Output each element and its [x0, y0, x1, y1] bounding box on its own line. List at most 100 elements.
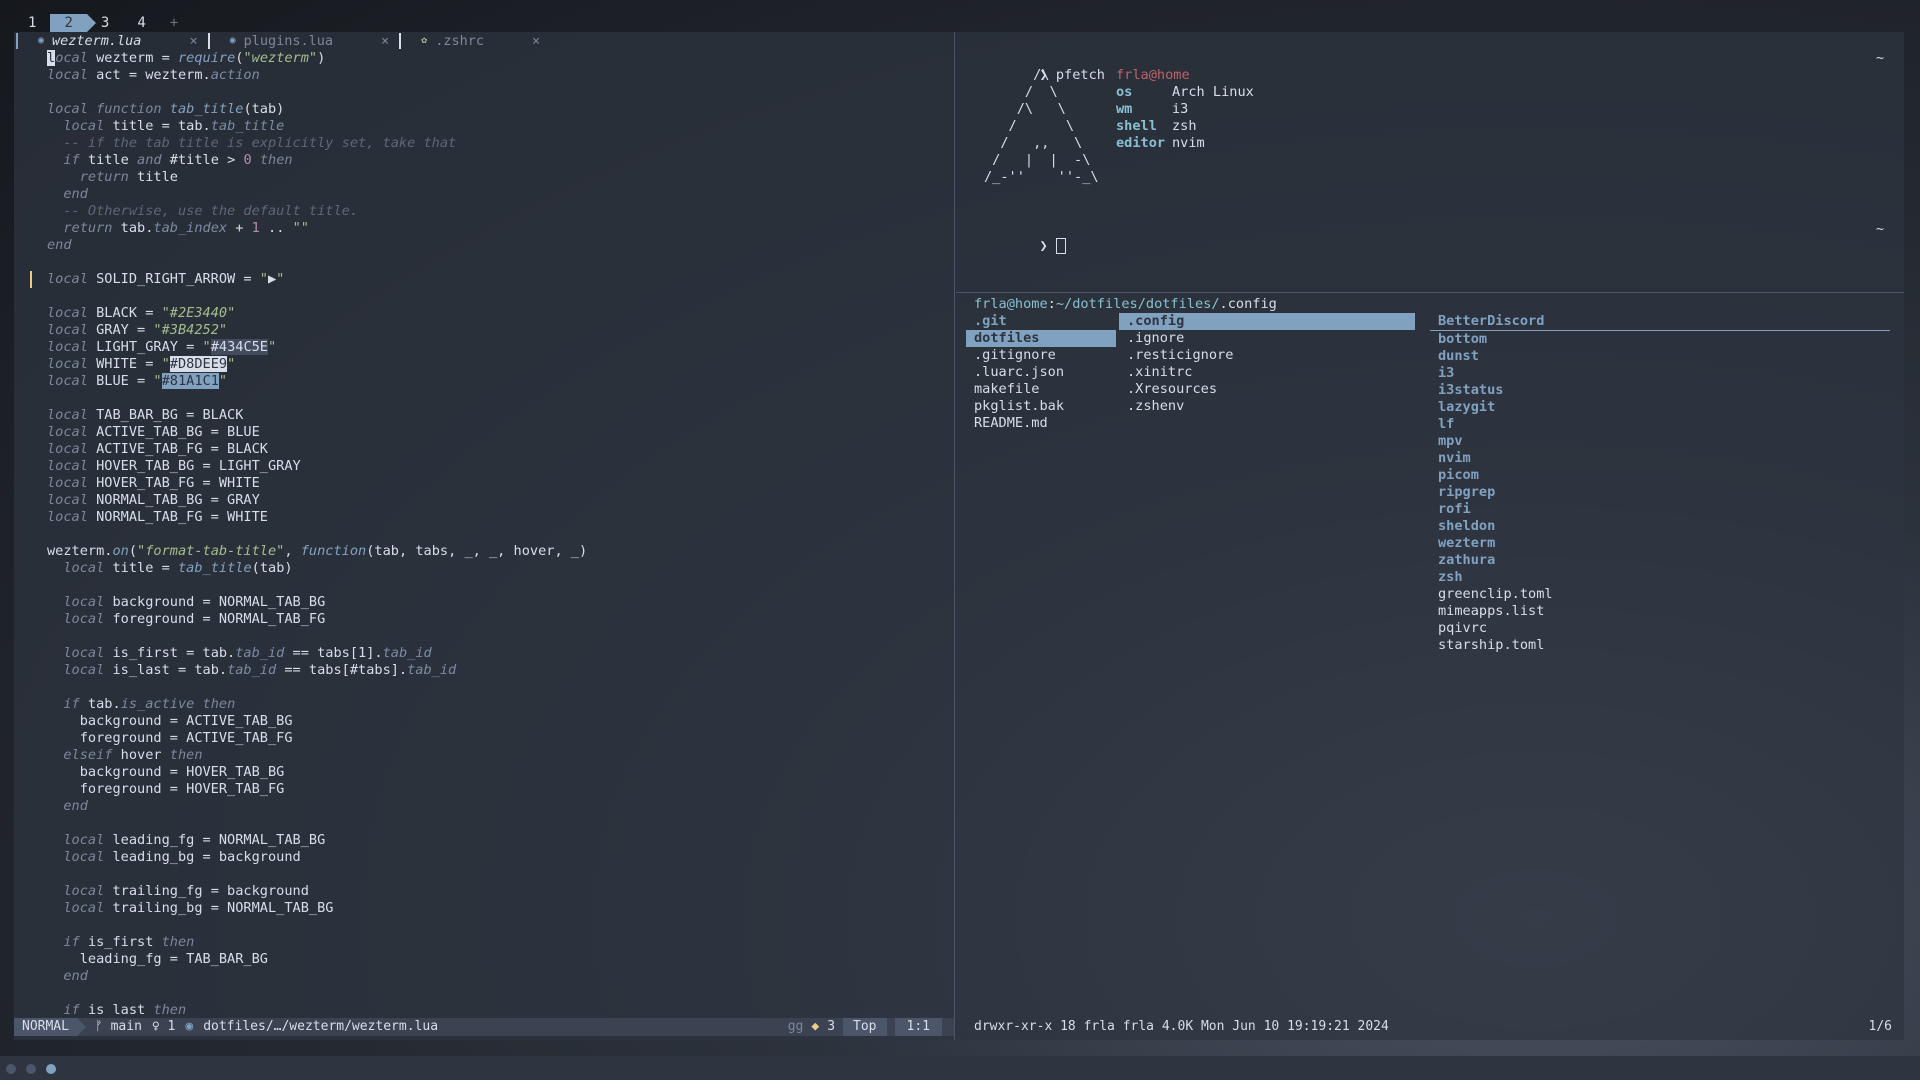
- tab-label: .zshrc: [435, 33, 484, 49]
- code-line: local is_last = tab.tab_id == tabs[#tabs…: [14, 662, 954, 679]
- code-token: leading_bg = background: [112, 849, 301, 865]
- terminal-cursor: [1055, 238, 1066, 254]
- buffers-icon: ◆: [811, 1019, 820, 1034]
- code-token: is_active: [120, 696, 203, 712]
- code-token: local: [63, 900, 113, 916]
- code-token: local: [63, 594, 113, 610]
- code-token: local: [47, 509, 97, 525]
- code-token: if: [63, 152, 88, 168]
- code-token: return: [79, 169, 138, 185]
- file-item[interactable]: .resticignore: [1119, 347, 1415, 364]
- code-line: local HOVER_TAB_BG = LIGHT_GRAY: [14, 458, 954, 475]
- code-line: if title and #title > 0 then: [14, 152, 954, 169]
- code-token: local: [47, 475, 97, 491]
- pfetch-info: frla@home os Arch Linux wm i3 shell zsh editor…: [1116, 67, 1254, 152]
- lua-file-icon: ◉: [229, 35, 236, 46]
- folder-item[interactable]: rofi: [1430, 501, 1890, 518]
- code-token: ACTIVE_TAB_FG = BLACK: [96, 441, 268, 457]
- code-token: (tab, tabs, _, _, hover, _): [366, 543, 588, 559]
- code-line: local title = tab_title(tab): [14, 560, 954, 577]
- code-token: leading_fg = NORMAL_TAB_BG: [112, 832, 326, 848]
- folder-item[interactable]: sheldon: [1430, 518, 1890, 535]
- code-line: foreground = HOVER_TAB_FG: [14, 781, 954, 798]
- folder-item[interactable]: nvim: [1430, 450, 1890, 467]
- file-item[interactable]: .Xresources: [1119, 381, 1415, 398]
- vertical-split[interactable]: [954, 32, 955, 1040]
- file-item[interactable]: README.md: [966, 415, 1116, 432]
- file-item[interactable]: .gitignore: [966, 347, 1116, 364]
- close-icon[interactable]: ×: [381, 32, 389, 50]
- tab-label: plugins.lua: [243, 33, 334, 49]
- folder-item[interactable]: ripgrep: [1430, 484, 1890, 501]
- code-token: == tabs[1].: [284, 645, 383, 661]
- code-token: title =: [112, 560, 178, 576]
- tab-plugins-lua[interactable]: ◉ plugins.lua ×: [210, 32, 400, 50]
- code-token: WHITE =: [96, 356, 162, 372]
- prompt-line: ❯ pfetch ~: [956, 50, 1904, 83]
- pfetch-user: frla@home: [1116, 67, 1190, 83]
- code-token: ": [268, 339, 277, 355]
- code-line: return tab.tab_index + 1 .. "": [14, 220, 954, 237]
- folder-item[interactable]: .git: [966, 313, 1116, 330]
- file-item[interactable]: .ignore: [1119, 330, 1415, 347]
- code-token: 1: [251, 220, 260, 236]
- folder-item[interactable]: BetterDiscord: [1430, 313, 1890, 331]
- file-item[interactable]: greenclip.toml: [1430, 586, 1890, 603]
- pfetch-key: wm: [1116, 101, 1133, 117]
- workspace-4[interactable]: 4: [123, 14, 159, 32]
- file-item[interactable]: .luarc.json: [966, 364, 1116, 381]
- file-item[interactable]: pqivrc: [1430, 620, 1890, 637]
- folder-item[interactable]: dunst: [1430, 348, 1890, 365]
- workspace-3[interactable]: 3: [87, 14, 123, 32]
- code-token: ": [202, 339, 211, 355]
- code-token: end: [63, 798, 88, 814]
- diagnostics-count: ♀ 1: [151, 1019, 176, 1034]
- file-item[interactable]: mimeapps.list: [1430, 603, 1890, 620]
- folder-item[interactable]: i3status: [1430, 382, 1890, 399]
- folder-item[interactable]: lf: [1430, 416, 1890, 433]
- file-item[interactable]: starship.toml: [1430, 637, 1890, 654]
- code-editor[interactable]: local wezterm = require("wezterm") local …: [14, 50, 954, 1016]
- file-item[interactable]: .zshenv: [1119, 398, 1415, 415]
- code-token: trailing_bg = NORMAL_TAB_BG: [112, 900, 334, 916]
- close-icon[interactable]: ×: [532, 32, 540, 50]
- horizontal-split[interactable]: [956, 292, 1904, 293]
- code-token: return: [63, 220, 121, 236]
- folder-item[interactable]: .config: [1119, 313, 1415, 330]
- folder-item[interactable]: wezterm: [1430, 535, 1890, 552]
- lf-pane[interactable]: frla@home:~/dotfiles/dotfiles/.config .g…: [956, 296, 1904, 1036]
- file-item[interactable]: makefile: [966, 381, 1116, 398]
- dot-icon[interactable]: [6, 1064, 16, 1074]
- folder-item[interactable]: lazygit: [1430, 399, 1890, 416]
- editor-tabline: ◉ wezterm.lua × ◉ plugins.lua × ✿ .zshrc ×: [14, 32, 954, 50]
- code-token: 0: [243, 152, 260, 168]
- workspace-2[interactable]: 2: [50, 14, 97, 32]
- folder-item[interactable]: dotfiles: [966, 330, 1116, 347]
- folder-item[interactable]: bottom: [1430, 331, 1890, 348]
- tab--zshrc[interactable]: ✿ .zshrc ×: [401, 32, 550, 50]
- code-token: tab_index: [153, 220, 228, 236]
- close-icon[interactable]: ×: [189, 32, 197, 50]
- folder-item[interactable]: mpv: [1430, 433, 1890, 450]
- code-token: "": [292, 220, 309, 236]
- code-token: title = tab.: [112, 118, 211, 134]
- folder-item[interactable]: i3: [1430, 365, 1890, 382]
- folder-item[interactable]: picom: [1430, 467, 1890, 484]
- file-item[interactable]: pkglist.bak: [966, 398, 1116, 415]
- code-token: function: [300, 543, 367, 559]
- workspace-1[interactable]: 1: [14, 14, 50, 32]
- code-token: #title >: [169, 152, 244, 168]
- dot-icon[interactable]: [26, 1064, 36, 1074]
- add-workspace-button[interactable]: +: [160, 15, 188, 31]
- tab-wezterm-lua[interactable]: ◉ wezterm.lua ×: [18, 32, 208, 50]
- folder-item[interactable]: zsh: [1430, 569, 1890, 586]
- pfetch-pane[interactable]: ❯ pfetch ~ /\ / \ /\ \ / \ / ,, \ / | | …: [956, 50, 1904, 290]
- code-line: end: [14, 186, 954, 203]
- code-token: local: [47, 458, 97, 474]
- active-dot-icon[interactable]: [46, 1064, 56, 1074]
- file-item[interactable]: .xinitrc: [1119, 364, 1415, 381]
- folder-item[interactable]: zathura: [1430, 552, 1890, 569]
